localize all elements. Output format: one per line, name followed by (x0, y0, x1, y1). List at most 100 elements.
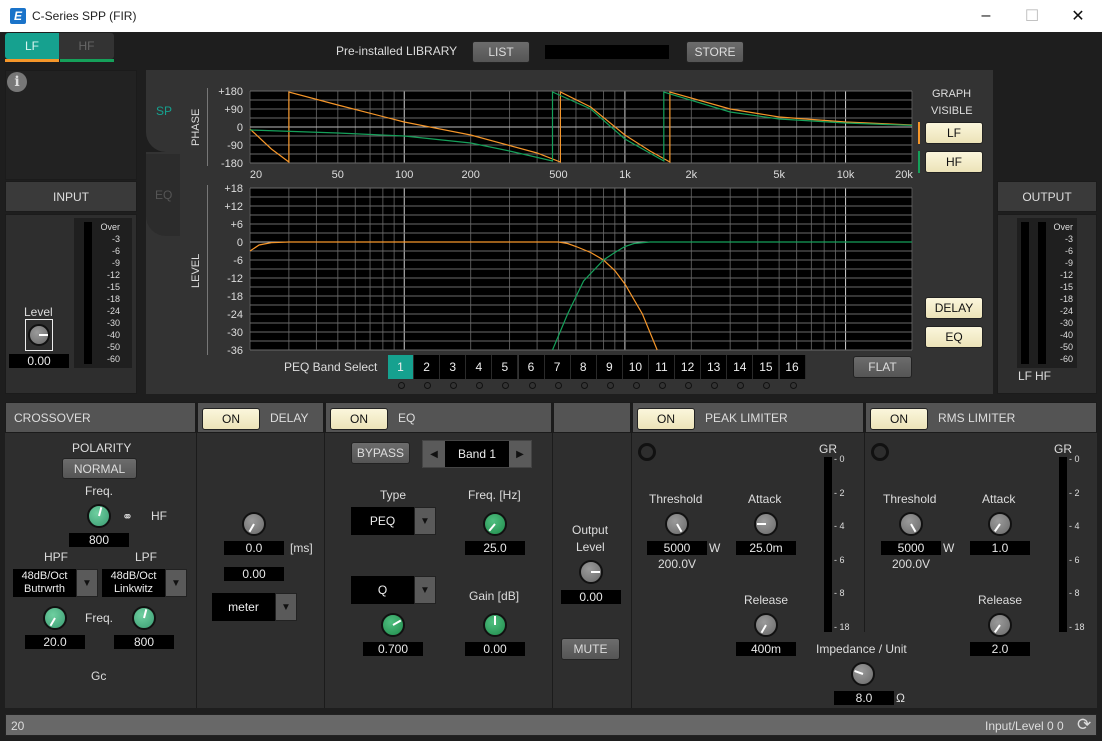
output-meter-scale-tick: -40 (1059, 330, 1073, 340)
peq-band-15[interactable]: 15 (753, 355, 780, 379)
mute-button[interactable]: MUTE (561, 638, 620, 660)
lpf-freq-knob[interactable] (132, 606, 156, 630)
graph-hf-button[interactable]: HF (925, 151, 983, 173)
graph-delay-button[interactable]: DELAY (925, 297, 983, 319)
flat-button[interactable]: FLAT (853, 356, 912, 378)
peq-band-3[interactable]: 3 (440, 355, 467, 379)
rms-threshold-volt: 200.0V (892, 557, 931, 571)
rms-threshold-value[interactable]: 5000 (881, 541, 941, 555)
eq-type-select[interactable]: PEQ ▼ (351, 507, 436, 535)
peak-release-value[interactable]: 400m (736, 642, 796, 656)
delay-ms-value[interactable]: 0.0 (224, 541, 284, 555)
lf-color-indicator (918, 122, 920, 144)
peq-band-9[interactable]: 9 (596, 355, 623, 379)
rms-release-knob[interactable] (988, 613, 1012, 637)
x-tick-label: 20 (250, 169, 262, 181)
mute-label: MUTE (573, 642, 608, 656)
gr-scale-tick: - 6 (1069, 554, 1080, 565)
delay-unit-select[interactable]: meter ▼ (212, 593, 297, 621)
lpf-type-select[interactable]: 48dB/Oct Linkwitz ▼ (102, 569, 187, 597)
rms-attack-knob[interactable] (988, 512, 1012, 536)
rms-threshold-knob[interactable] (899, 512, 923, 536)
delay-on-label: ON (222, 412, 240, 426)
peak-limiter-on-label: ON (657, 412, 675, 426)
band-next-button[interactable]: ▶ (509, 441, 531, 467)
peq-band-13[interactable]: 13 (701, 355, 728, 379)
y-tick-label: -18 (227, 291, 243, 303)
eq-freq-knob[interactable] (483, 512, 507, 536)
peq-band-7[interactable]: 7 (544, 355, 571, 379)
eq-gain-value[interactable]: 0.00 (465, 642, 525, 656)
peq-band-5[interactable]: 5 (492, 355, 519, 379)
peq-band-indicator (606, 382, 614, 389)
peak-threshold-label: Threshold (649, 492, 703, 506)
peak-threshold-knob[interactable] (665, 512, 689, 536)
status-left: 20 (11, 719, 25, 733)
peak-release-knob[interactable] (754, 613, 778, 637)
peak-attack-knob[interactable] (754, 512, 778, 536)
hpf-type-select[interactable]: 48dB/Oct Butrwrth ▼ (13, 569, 98, 597)
rms-release-value[interactable]: 2.0 (970, 642, 1030, 656)
crossover-freq-label: Freq. (85, 484, 114, 498)
output-level-value[interactable]: 0.00 (561, 590, 621, 604)
eq-freq-value[interactable]: 25.0 (465, 541, 525, 555)
peq-band-16[interactable]: 16 (779, 355, 806, 379)
peq-band-6[interactable]: 6 (518, 355, 545, 379)
chevron-down-icon: ▼ (275, 593, 297, 621)
delay-unit-select-value: meter (228, 599, 259, 614)
eq-on-button[interactable]: ON (330, 408, 388, 430)
graph-eq-button[interactable]: EQ (925, 326, 983, 348)
chevron-down-icon: ▼ (165, 569, 187, 597)
link-icon[interactable]: ⚭ (122, 509, 133, 525)
gr-scale-tick: - 6 (834, 554, 845, 565)
eq-q-select[interactable]: Q ▼ (351, 576, 436, 604)
crossover-freq-knob[interactable] (87, 504, 111, 528)
peq-band-4[interactable]: 4 (466, 355, 493, 379)
impedance-unit: Ω (896, 691, 905, 705)
peq-band-2[interactable]: 2 (414, 355, 441, 379)
x-tick-label: 100 (395, 169, 413, 181)
delay-knob[interactable] (242, 512, 266, 536)
eq-q-knob[interactable] (381, 613, 405, 637)
polarity-button[interactable]: NORMAL (62, 458, 137, 479)
impedance-knob[interactable] (851, 662, 875, 686)
refresh-icon[interactable]: ⟳ (1077, 715, 1091, 735)
graph-lf-label: LF (946, 126, 961, 140)
y-tick-label: +90 (224, 104, 243, 116)
eq-gain-knob[interactable] (483, 613, 507, 637)
crossover-freq-value[interactable]: 800 (69, 533, 129, 547)
peq-band-10[interactable]: 10 (622, 355, 649, 379)
peq-band-indicator (632, 382, 640, 389)
hpf-freq-value[interactable]: 20.0 (25, 635, 85, 649)
output-meter-scale-tick: -6 (1064, 246, 1073, 256)
gc-label: Gc (91, 669, 107, 683)
lpf-freq-value[interactable]: 800 (114, 635, 174, 649)
peq-band-indicator (528, 382, 536, 389)
rms-release-label: Release (978, 593, 1023, 607)
gr-scale-tick: - 2 (834, 487, 845, 498)
bypass-button[interactable]: BYPASS (351, 442, 410, 464)
lpf-type-line2: Linkwitz (113, 583, 154, 595)
lpf-label: LPF (135, 550, 158, 564)
graph-lf-button[interactable]: LF (925, 122, 983, 144)
delay-on-button[interactable]: ON (202, 408, 260, 430)
output-meter-scale-tick: -60 (1059, 354, 1073, 364)
crossover-title: CROSSOVER (14, 411, 91, 425)
hpf-freq-knob[interactable] (43, 606, 67, 630)
peak-threshold-value[interactable]: 5000 (647, 541, 707, 555)
peq-band-11[interactable]: 11 (649, 355, 675, 379)
peq-band-1[interactable]: 1 (388, 355, 414, 379)
output-level-knob[interactable] (579, 560, 603, 584)
peq-band-14[interactable]: 14 (727, 355, 754, 379)
peak-attack-value[interactable]: 25.0m (736, 541, 796, 555)
peq-band-8[interactable]: 8 (570, 355, 597, 379)
impedance-value[interactable]: 8.0 (834, 691, 894, 705)
peq-band-12[interactable]: 12 (675, 355, 702, 379)
eq-q-value[interactable]: 0.700 (363, 642, 423, 656)
rms-attack-value[interactable]: 1.0 (970, 541, 1030, 555)
band-prev-button[interactable]: ◀ (423, 441, 445, 467)
peq-band-indicator (398, 382, 405, 389)
peak-limiter-on-button[interactable]: ON (637, 408, 695, 430)
rms-attack-label: Attack (982, 492, 1016, 506)
rms-limiter-on-button[interactable]: ON (870, 408, 928, 430)
